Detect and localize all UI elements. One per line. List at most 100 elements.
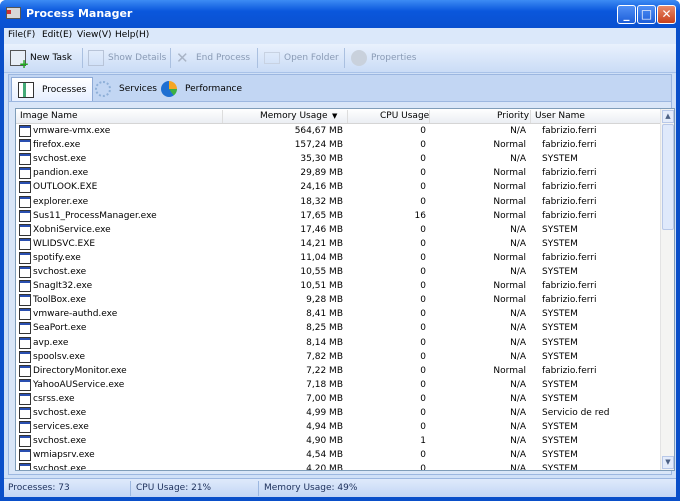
col-image-name[interactable]: Image Name <box>20 111 78 121</box>
menu-edit[interactable]: Edit(E) <box>42 30 72 40</box>
status-processes: Processes: 73 <box>8 483 70 493</box>
cell-user-name: SYSTEM <box>542 224 578 235</box>
folder-icon <box>264 52 280 64</box>
scroll-up-button[interactable]: ▲ <box>662 110 674 123</box>
menu-view[interactable]: View(V) <box>77 30 112 40</box>
table-row[interactable]: XobniService.exe 17,46 MB 0 N/A SYSTEM <box>16 223 660 238</box>
status-bar: Processes: 73 CPU Usage: 21% Memory Usag… <box>4 478 676 497</box>
cell-priority: N/A <box>510 436 526 447</box>
show-details-button[interactable]: Show Details <box>86 48 166 68</box>
status-cpu: CPU Usage: 21% <box>136 483 212 493</box>
cell-user-name: fabrizio.ferri <box>542 196 597 207</box>
vertical-scrollbar[interactable]: ▲ ▼ <box>660 109 674 470</box>
cell-user-name: SYSTEM <box>542 337 578 348</box>
table-row[interactable]: SnagIt32.exe 10,51 MB 0 Normal fabrizio.ferr… <box>16 280 660 294</box>
cell-user-name: SYSTEM <box>542 464 578 471</box>
cell-priority: Normal <box>493 295 526 306</box>
close-button[interactable]: ✕ <box>657 5 676 24</box>
table-row[interactable]: svchost.exe 4,99 MB 0 N/A Servicio de red <box>16 407 660 421</box>
cell-priority: Normal <box>493 252 526 263</box>
cell-user-name: SYSTEM <box>542 351 578 362</box>
tab-performance[interactable]: Performance <box>155 77 248 101</box>
table-row[interactable]: vmware-vmx.exe 564,67 MB 0 N/A fabrizio.ferr… <box>16 125 660 139</box>
col-memory-usage[interactable]: Memory Usage <box>260 111 328 121</box>
table-row[interactable]: services.exe 4,94 MB 0 N/A SYSTEM <box>16 421 660 435</box>
cell-priority: Normal <box>493 182 526 193</box>
col-cpu-usage[interactable]: CPU Usage <box>380 111 429 121</box>
process-manager-window: Process Manager _ □ ✕ File(F) Edit(E) Vi… <box>0 0 680 501</box>
open-folder-button[interactable]: Open Folder <box>262 48 339 68</box>
cell-priority: N/A <box>510 422 526 433</box>
cell-priority: N/A <box>510 267 526 277</box>
minimize-button[interactable]: _ <box>617 5 636 24</box>
maximize-button[interactable]: □ <box>637 5 656 24</box>
col-user-name[interactable]: User Name <box>535 111 585 121</box>
cell-priority: N/A <box>510 379 526 390</box>
cell-user-name: SYSTEM <box>542 450 578 461</box>
cell-priority: N/A <box>510 393 526 404</box>
cell-priority: Normal <box>493 281 526 292</box>
cell-user-name: Servicio de red <box>542 408 610 418</box>
table-row[interactable]: pandion.exe 29,89 MB 0 Normal fabrizio.ferri <box>16 167 660 181</box>
table-row[interactable]: svchost.exe 4,20 MB 0 N/A SYSTEM <box>16 463 660 471</box>
new-task-button[interactable]: + New Task <box>8 48 72 70</box>
cell-user-name: SYSTEM <box>542 379 578 390</box>
properties-button[interactable]: Properties <box>349 48 416 68</box>
end-process-button[interactable]: ✕ End Process <box>174 48 250 68</box>
title-bar: Process Manager _ □ ✕ <box>0 0 680 28</box>
scroll-thumb[interactable] <box>662 124 674 230</box>
tab-services[interactable]: Services <box>89 77 163 101</box>
properties-icon <box>351 50 367 66</box>
table-row[interactable]: spotify.exe 11,04 MB 0 Normal fabrizio.ferri <box>16 251 660 266</box>
table-row[interactable]: avp.exe 8,14 MB 0 N/A SYSTEM <box>16 336 660 351</box>
cell-priority: Normal <box>493 168 526 179</box>
details-icon <box>88 50 104 66</box>
cell-user-name: fabrizio.ferri <box>542 295 597 306</box>
table-row[interactable]: svchost.exe 35,30 MB 0 N/A SYSTEM <box>16 153 660 167</box>
cell-user-name: SYSTEM <box>542 393 578 404</box>
cell-priority: N/A <box>510 351 526 362</box>
processes-icon <box>18 82 34 98</box>
cell-priority: N/A <box>510 323 526 334</box>
cell-user-name: fabrizio.ferri <box>542 281 597 292</box>
table-row[interactable]: ToolBox.exe 9,28 MB 0 Normal fabrizio.ferri <box>16 294 660 308</box>
cell-priority: N/A <box>510 154 526 165</box>
cell-priority: Normal <box>493 196 526 207</box>
table-row[interactable]: wmiapsrv.exe 4,54 MB 0 N/A SYSTEM <box>16 449 660 463</box>
table-row[interactable]: DirectoryMonitor.exe 7,22 MB 0 Normal fabriz… <box>16 364 660 379</box>
cell-priority: Normal <box>493 210 526 221</box>
tab-processes[interactable]: Processes <box>11 77 94 101</box>
menu-file[interactable]: File(F) <box>8 30 35 40</box>
table-row[interactable]: spoolsv.exe 7,82 MB 0 N/A SYSTEM <box>16 350 660 365</box>
gears-icon <box>95 81 111 97</box>
table-row[interactable]: OUTLOOK.EXE 24,16 MB 0 Normal fabrizio.ferri <box>16 181 660 195</box>
cell-user-name: SYSTEM <box>542 238 578 249</box>
table-row[interactable]: YahooAUService.exe 7,18 MB 0 N/A SYSTEM <box>16 378 660 393</box>
col-priority[interactable]: Priority <box>497 111 529 121</box>
cell-user-name: fabrizio.ferri <box>542 126 597 136</box>
pie-chart-icon <box>161 81 177 97</box>
cell-user-name: fabrizio.ferri <box>542 140 597 151</box>
cell-user-name: SYSTEM <box>542 436 578 447</box>
table-row[interactable]: Sus11_ProcessManager.exe 17,65 MB 16 Normal… <box>16 209 660 224</box>
cell-user-name: fabrizio.ferri <box>542 210 597 221</box>
table-row[interactable]: vmware-authd.exe 8,41 MB 0 N/A SYSTEM <box>16 308 660 322</box>
cell-user-name: SYSTEM <box>542 154 578 165</box>
window-title: Process Manager <box>26 7 133 20</box>
table-row[interactable]: explorer.exe 18,32 MB 0 Normal fabrizio.ferr… <box>16 195 660 210</box>
table-row[interactable]: svchost.exe 4,90 MB 1 N/A SYSTEM <box>16 435 660 449</box>
scroll-down-button[interactable]: ▼ <box>662 456 674 469</box>
table-row[interactable]: firefox.exe 157,24 MB 0 Normal fabrizio.ferr… <box>16 139 660 153</box>
cell-priority: N/A <box>510 224 526 235</box>
x-icon: ✕ <box>176 49 189 67</box>
cell-user-name: fabrizio.ferri <box>542 168 597 179</box>
menu-help[interactable]: Help(H) <box>115 30 149 40</box>
table-row[interactable]: csrss.exe 7,00 MB 0 N/A SYSTEM <box>16 392 660 407</box>
table-row[interactable]: svchost.exe 10,55 MB 0 N/A SYSTEM <box>16 266 660 280</box>
cell-priority: N/A <box>510 238 526 249</box>
table-row[interactable]: WLIDSVC.EXE 14,21 MB 0 N/A SYSTEM <box>16 237 660 252</box>
cell-user-name: fabrizio.ferri <box>542 252 597 263</box>
cell-user-name: SYSTEM <box>542 309 578 320</box>
table-row[interactable]: SeaPort.exe 8,25 MB 0 N/A SYSTEM <box>16 322 660 336</box>
cell-user-name: fabrizio.ferri <box>542 182 597 193</box>
